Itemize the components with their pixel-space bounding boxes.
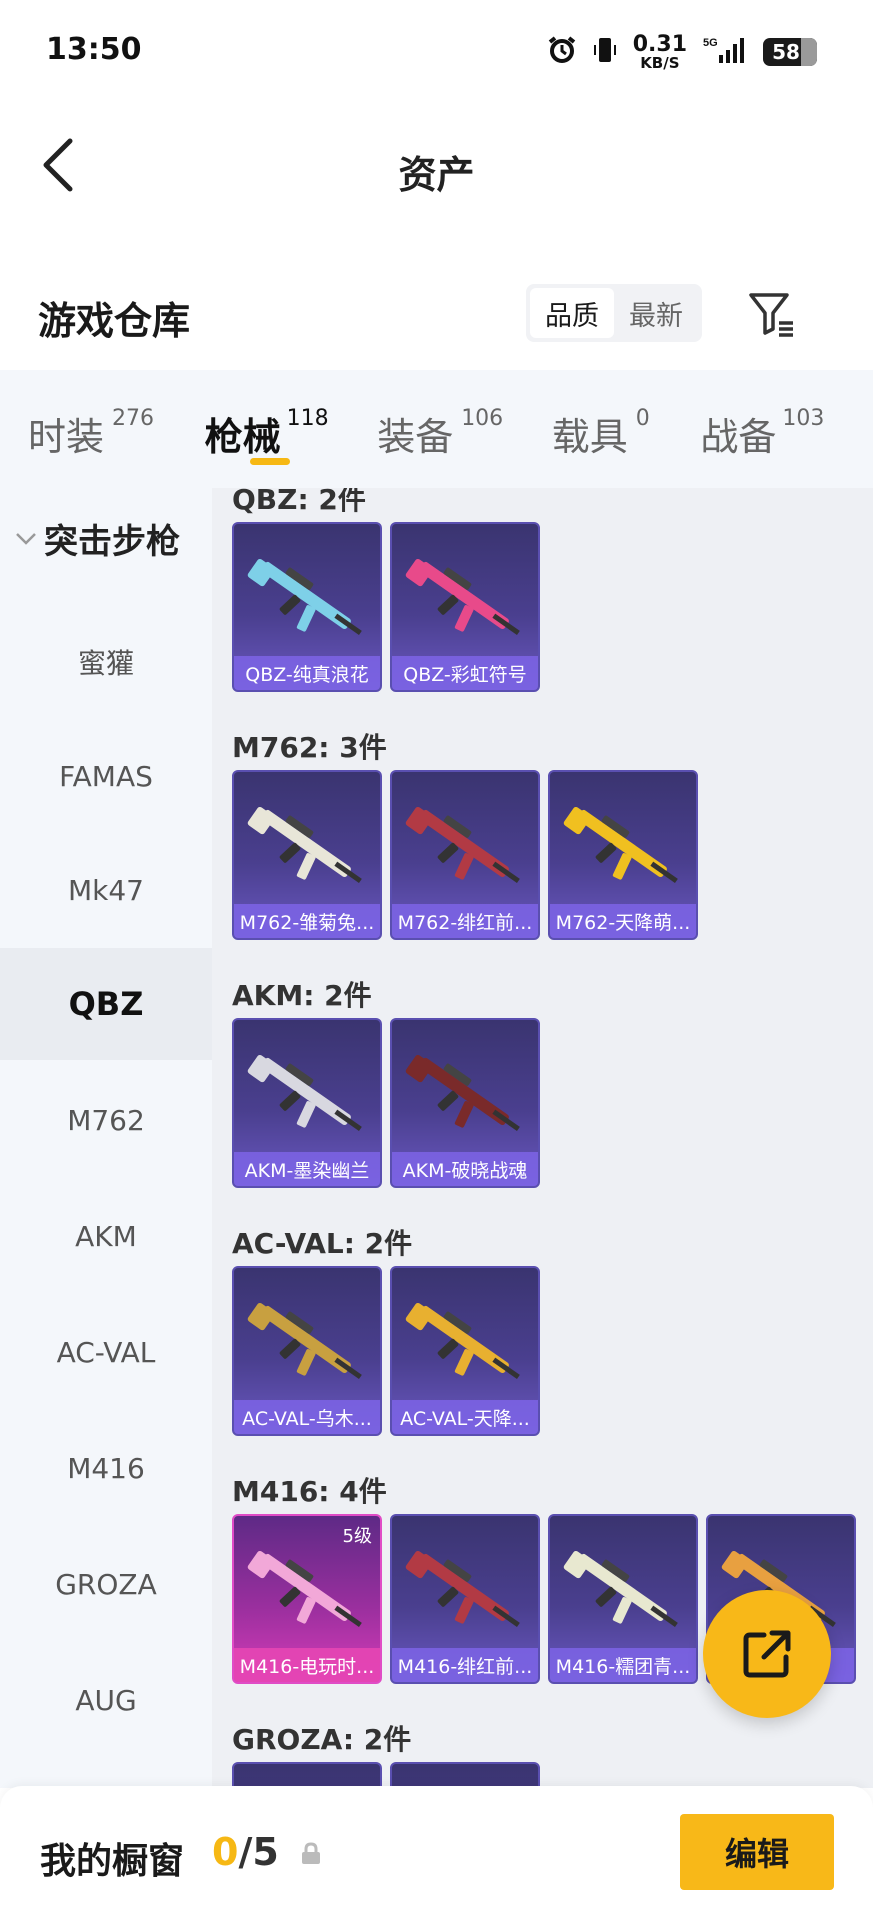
filter-button[interactable] <box>742 284 802 344</box>
rifle-icon <box>405 558 520 635</box>
skin-card-label: AC-VAL-天降... <box>392 1400 538 1434</box>
skin-card[interactable]: QBZ-彩虹符号 <box>390 522 540 692</box>
category-tabs: 时装 276 枪械 118 装备 106 载具 0 战备 103 <box>0 370 873 488</box>
edit-button[interactable]: 编辑 <box>680 1814 834 1890</box>
skin-card-label: M762-雏菊兔... <box>234 904 380 938</box>
skin-card-label: M416-电玩时... <box>234 1648 380 1682</box>
tab-active-indicator <box>250 458 290 465</box>
rifle-icon <box>405 1302 520 1379</box>
rifle-icon <box>563 1550 678 1627</box>
showcase-bar: 我的橱窗 0/5 编辑 <box>0 1786 873 1920</box>
skin-level-badge: 5级 <box>342 1526 372 1547</box>
battery-icon: 58 <box>763 38 817 66</box>
group-title: M762: 3件 <box>232 731 387 764</box>
filter-icon <box>749 293 793 337</box>
skin-card-label: AKM-墨染幽兰 <box>234 1152 380 1186</box>
showcase-count: 0/5 <box>212 1830 279 1874</box>
skin-card-label: QBZ-纯真浪花 <box>234 656 380 690</box>
skin-card[interactable]: M762-雏菊兔... <box>232 770 382 940</box>
skin-card[interactable] <box>390 1762 540 1788</box>
app-header: 资产 <box>0 100 873 230</box>
skin-card[interactable]: AC-VAL-乌木... <box>232 1266 382 1436</box>
skin-card[interactable]: M762-天降萌... <box>548 770 698 940</box>
skin-card[interactable]: QBZ-纯真浪花 <box>232 522 382 692</box>
skin-card-label: AC-VAL-乌木... <box>234 1400 380 1434</box>
sort-quality-option[interactable]: 品质 <box>530 288 614 338</box>
sort-newest-option[interactable]: 最新 <box>614 288 698 338</box>
status-time: 13:50 <box>46 32 142 67</box>
rifle-icon <box>405 1054 520 1131</box>
tab-fashion[interactable]: 时装 276 <box>0 370 175 488</box>
sidebar-item-groza[interactable]: GROZA <box>0 1528 212 1640</box>
rifle-icon <box>247 1054 362 1131</box>
sidebar-item-mk47[interactable]: Mk47 <box>0 834 212 946</box>
group-title: M416: 4件 <box>232 1475 387 1508</box>
signal-icon: 5G <box>703 35 747 69</box>
share-fab[interactable] <box>703 1590 831 1718</box>
svg-text:5G: 5G <box>703 37 718 49</box>
skin-card-label: AKM-破晓战魂 <box>392 1152 538 1186</box>
sidebar-item-m416[interactable]: M416 <box>0 1412 212 1524</box>
chevron-down-icon <box>16 532 36 545</box>
tab-supplies[interactable]: 战备 103 <box>698 370 873 488</box>
skin-card-label: M416-糯团青... <box>550 1648 696 1682</box>
group-title: GROZA: 2件 <box>232 1723 412 1756</box>
sidebar-item-ac-val[interactable]: AC-VAL <box>0 1296 212 1408</box>
weapon-sidebar: 突击步枪 蜜獾 FAMAS Mk47 QBZ M762 AKM AC-VAL M… <box>0 488 212 1788</box>
rifle-icon <box>247 806 362 883</box>
skin-card[interactable]: AKM-破晓战魂 <box>390 1018 540 1188</box>
rifle-icon <box>563 806 678 883</box>
sidebar-item-famas[interactable]: FAMAS <box>0 720 212 832</box>
showcase-title: 我的橱窗 <box>40 1841 185 1882</box>
sidebar-item-honey-badger[interactable]: 蜜獾 <box>0 606 212 718</box>
sort-toggle: 品质 最新 <box>526 284 702 342</box>
sidebar-item-aug[interactable]: AUG <box>0 1644 212 1756</box>
status-icons: 0.31 KB/S 5G 58 <box>547 30 817 74</box>
tab-vehicles[interactable]: 载具 0 <box>524 370 699 488</box>
page-title: 资产 <box>398 153 475 197</box>
rifle-icon <box>405 1550 520 1627</box>
group-title: AC-VAL: 2件 <box>232 1227 413 1260</box>
skin-card-label: M762-绯红前... <box>392 904 538 938</box>
status-bar: 13:50 0.31 KB/S 5G 58 <box>0 0 873 100</box>
sidebar-item-m762[interactable]: M762 <box>0 1064 212 1176</box>
skin-card[interactable]: M762-绯红前... <box>390 770 540 940</box>
lock-icon <box>302 1842 320 1864</box>
rifle-icon <box>405 806 520 883</box>
tab-guns[interactable]: 枪械 118 <box>175 370 350 488</box>
rifle-icon <box>247 558 362 635</box>
rifle-icon <box>247 1550 362 1627</box>
skin-card[interactable]: AC-VAL-天降... <box>390 1266 540 1436</box>
tab-equipment[interactable]: 装备 106 <box>349 370 524 488</box>
sidebar-item-qbz[interactable]: QBZ <box>0 948 212 1060</box>
warehouse-title: 游戏仓库 <box>38 299 191 343</box>
skin-card-label: QBZ-彩虹符号 <box>392 656 538 690</box>
sidebar-item-akm[interactable]: AKM <box>0 1180 212 1292</box>
external-link-icon <box>743 1630 791 1678</box>
network-speed: 0.31 KB/S <box>632 32 687 72</box>
group-title: QBZ: 2件 <box>232 488 366 516</box>
skin-card[interactable]: M416-绯红前... <box>390 1514 540 1684</box>
group-title: AKM: 2件 <box>232 979 372 1012</box>
rifle-icon <box>247 1302 362 1379</box>
skin-card[interactable]: M416-糯团青... <box>548 1514 698 1684</box>
warehouse-row: 游戏仓库 品质 最新 <box>0 270 873 370</box>
skin-card[interactable]: AKM-墨染幽兰 <box>232 1018 382 1188</box>
skin-card[interactable]: 5级 M416-电玩时... <box>232 1514 382 1684</box>
skin-card-label: M416-绯红前... <box>392 1648 538 1682</box>
alarm-icon <box>547 35 577 69</box>
skin-card-label: M762-天降萌... <box>550 904 696 938</box>
vibrate-icon <box>593 35 617 69</box>
sidebar-group-assault-rifles[interactable]: 突击步枪 <box>14 514 180 563</box>
skin-card[interactable] <box>232 1762 382 1788</box>
